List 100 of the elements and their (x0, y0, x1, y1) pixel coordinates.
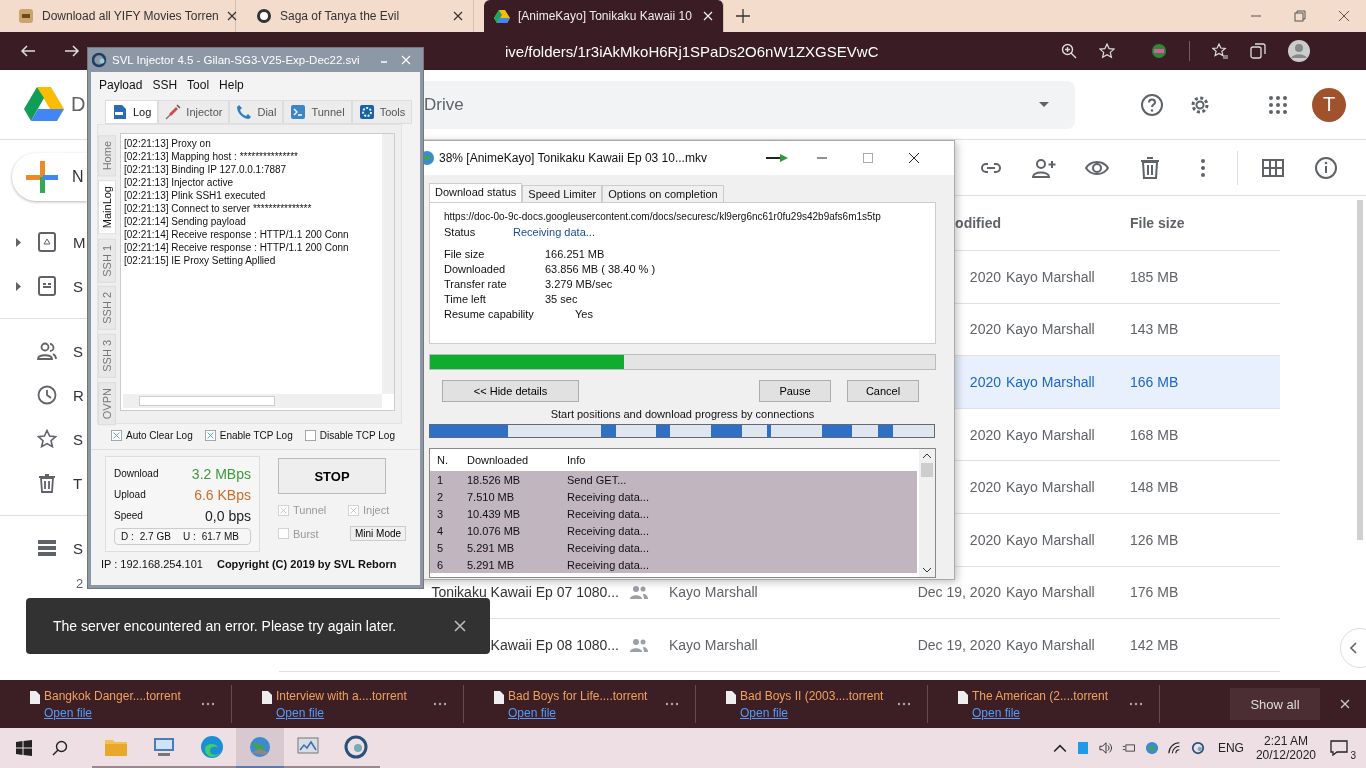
back-icon[interactable] (20, 43, 36, 59)
tab[interactable]: Dial (229, 100, 284, 124)
notification-icon[interactable] (1330, 740, 1348, 756)
close-icon[interactable] (226, 11, 237, 21)
open-file-link[interactable]: Open file (276, 705, 325, 720)
new-tab-icon[interactable] (736, 9, 750, 23)
collections-icon[interactable] (1250, 43, 1266, 59)
hide-details-button[interactable]: << Hide details (442, 380, 579, 402)
scrollbar[interactable] (1357, 200, 1363, 540)
sidebar-item[interactable]: S (0, 526, 87, 570)
file-size: 185 MB (1130, 268, 1180, 285)
side-tab[interactable]: SSH 2 (98, 286, 116, 331)
sidebar-item[interactable]: M (0, 220, 87, 264)
clock-time[interactable]: 2:21 AM (1263, 734, 1308, 748)
expand-arrow-icon[interactable] (16, 281, 21, 291)
help-icon[interactable] (1140, 92, 1164, 117)
caret-icon[interactable] (1039, 102, 1049, 107)
mini-mode-button[interactable]: Mini Mode (350, 526, 406, 541)
wifi-icon[interactable] (1167, 741, 1182, 755)
column-header[interactable]: Downloaded (467, 454, 567, 466)
globe-icon[interactable] (1144, 741, 1159, 755)
pause-button[interactable]: Pause (759, 380, 831, 402)
sidebar-item[interactable]: R (0, 373, 87, 417)
browser-tab[interactable]: [AnimeKayo] Tonikaku Kawaii 10 (484, 0, 724, 32)
tab[interactable]: Injector (158, 100, 230, 124)
menu-item[interactable]: Tool (187, 78, 210, 92)
column-header[interactable]: N. (437, 454, 467, 466)
tab[interactable]: Log (105, 100, 159, 124)
address-field[interactable]: ive/folders/1r3iAkMkoH6Rj1SPaDs2O6nW1ZXGSEVwC (427, 42, 1051, 60)
stop-button[interactable]: STOP (278, 458, 386, 494)
menu-item[interactable]: Help (219, 78, 244, 92)
menu-item[interactable]: SSH (152, 78, 178, 92)
zoom-icon[interactable] (1061, 43, 1077, 59)
column-header[interactable]: Info (567, 454, 867, 466)
scroll-down-icon[interactable] (922, 567, 932, 573)
app-tray-icon[interactable] (1190, 741, 1205, 755)
tab[interactable]: Speed Limiter (522, 185, 603, 202)
search-icon[interactable] (52, 740, 68, 756)
scroll-up-icon[interactable] (922, 453, 932, 459)
cancel-button[interactable]: Cancel (847, 380, 919, 402)
language-indicator[interactable]: ENG (1217, 741, 1244, 755)
sidebar-item[interactable]: S (0, 417, 87, 461)
open-file-link[interactable]: Open file (508, 705, 557, 720)
taskbar-app[interactable] (236, 728, 284, 768)
open-file-link[interactable]: Open file (740, 705, 789, 720)
log-box[interactable] (120, 133, 395, 411)
star-icon[interactable] (1099, 43, 1115, 59)
checkbox[interactable]: Enable TCP Log (204, 430, 293, 441)
favorites-icon[interactable] (1212, 43, 1228, 59)
tab[interactable]: Tools (351, 100, 413, 124)
trash-icon[interactable] (1138, 155, 1162, 180)
gear-icon (358, 104, 375, 120)
clock-date[interactable]: 20/12/2020 (1255, 748, 1316, 762)
close-icon[interactable] (454, 620, 466, 632)
close-icon[interactable] (453, 11, 463, 21)
side-tab[interactable]: MainLog (98, 180, 116, 235)
battery-icon[interactable] (1121, 741, 1136, 755)
side-tab[interactable]: SSH 1 (98, 238, 116, 283)
show-all-button[interactable]: Show all (1230, 688, 1320, 720)
modified-by: Kayo Marshall (1005, 426, 1096, 443)
more-icon[interactable] (665, 702, 679, 706)
column-header[interactable]: odified (955, 215, 1001, 231)
tab[interactable]: Tunnel (283, 100, 352, 124)
side-tab[interactable]: SSH 3 (98, 334, 116, 378)
restore-icon[interactable] (1294, 10, 1306, 22)
expand-arrow-icon[interactable] (16, 237, 21, 247)
scroll-thumb[interactable] (921, 463, 933, 477)
menu-item[interactable]: Payload (99, 78, 143, 92)
more-icon[interactable] (1129, 702, 1143, 706)
stat-label: Upload (114, 489, 146, 500)
windows-start-icon[interactable] (16, 740, 32, 756)
tab[interactable]: Download status (429, 183, 523, 202)
speaker-icon[interactable] (1098, 741, 1113, 755)
side-tab[interactable]: OVPN (98, 381, 116, 426)
more-icon[interactable] (201, 702, 215, 706)
log-line: [02:21:13] Proxy on (124, 137, 212, 150)
column-header[interactable]: File size (1130, 215, 1280, 231)
checkbox[interactable]: Auto Clear Log (111, 430, 193, 441)
open-file-link[interactable]: Open file (44, 705, 93, 720)
more-icon[interactable] (433, 702, 447, 706)
account-avatar[interactable]: T (1312, 87, 1346, 122)
drive-logo[interactable] (24, 86, 64, 123)
sidebar-item[interactable]: S (0, 329, 87, 373)
scrollbar[interactable] (919, 449, 935, 577)
scrollbar[interactable] (382, 134, 394, 394)
sidebar-item[interactable]: T (0, 461, 87, 505)
open-file-link[interactable]: Open file (972, 705, 1021, 720)
checkbox[interactable]: Disable TCP Log (304, 430, 395, 441)
extension-icon[interactable] (1151, 43, 1167, 59)
tab[interactable]: Options on completion (602, 185, 724, 202)
close-icon[interactable] (908, 152, 920, 164)
forward-icon[interactable] (64, 43, 80, 59)
more-icon[interactable] (897, 702, 911, 706)
side-tab[interactable]: Home (98, 135, 116, 177)
scrollbar[interactable] (123, 394, 382, 408)
sidebar-item[interactable]: S (0, 264, 87, 308)
info-icon[interactable] (1314, 155, 1338, 180)
search-field[interactable]: Drive (424, 80, 1075, 129)
new-button[interactable]: N (12, 153, 87, 201)
profile-icon[interactable] (1288, 40, 1310, 62)
